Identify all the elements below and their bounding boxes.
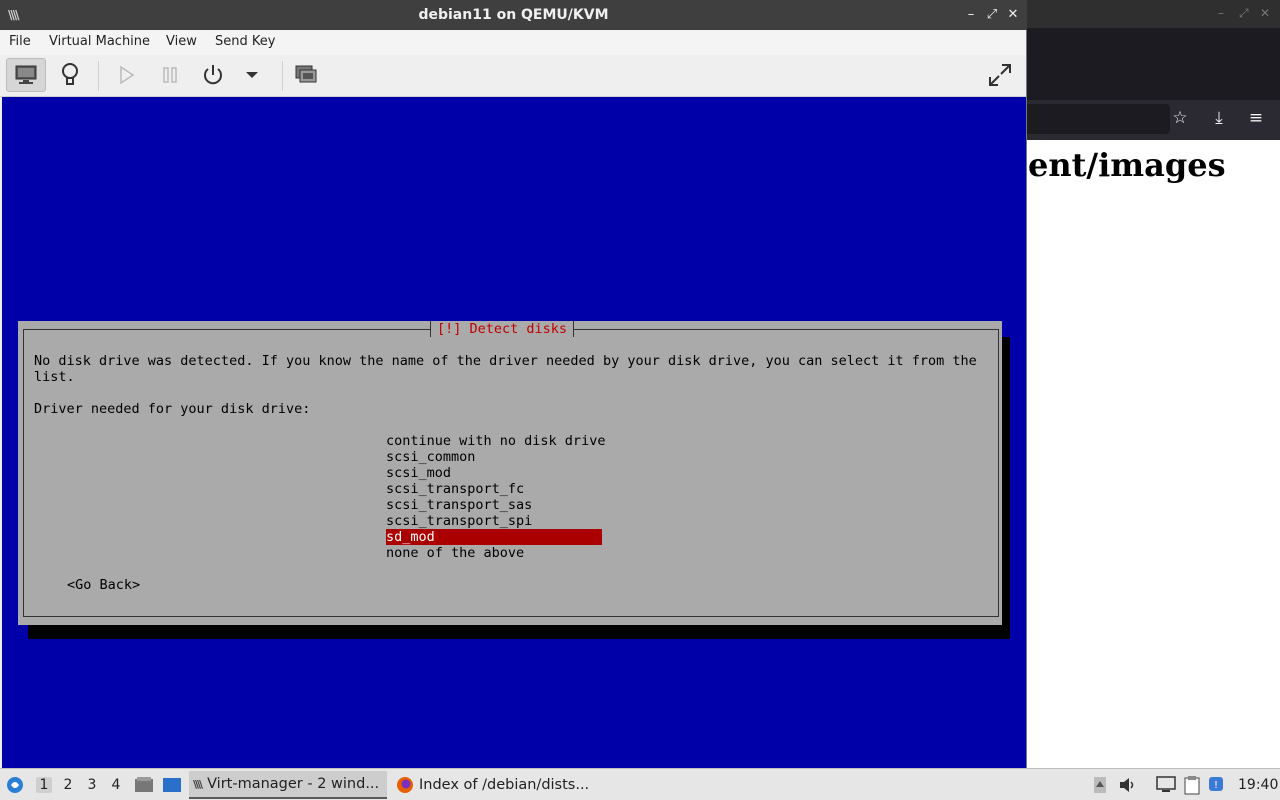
toolbar-separator (282, 61, 283, 91)
minimize-button[interactable]: – (962, 5, 980, 25)
pause-button[interactable] (150, 58, 190, 92)
virt-manager-icon: \\\\ (193, 777, 203, 791)
browser-maximize-icon[interactable]: ⤢ (1239, 6, 1249, 21)
shutdown-menu-button[interactable] (232, 58, 272, 92)
browser-titlebar: – ⤢ ✕ (1026, 0, 1280, 28)
svg-text:!: ! (1214, 780, 1218, 791)
lxqt-start-icon (7, 777, 23, 793)
toolbar (0, 55, 1026, 97)
snapshots-button[interactable] (286, 58, 326, 92)
list-item[interactable]: scsi_transport_sas (386, 497, 602, 513)
task-virt-manager[interactable]: \\\\ Virt-manager - 2 wind... (189, 771, 387, 799)
close-button[interactable]: ✕ (1004, 5, 1022, 25)
volume-button[interactable] (1118, 775, 1138, 795)
message-line-1: No disk drive was detected. If you know … (34, 353, 977, 369)
list-item[interactable]: none of the above (386, 545, 602, 561)
fullscreen-button[interactable] (980, 58, 1020, 92)
list-item[interactable]: scsi_transport_fc (386, 481, 602, 497)
snapshots-icon (295, 65, 317, 83)
browser-close-icon[interactable]: ✕ (1260, 6, 1270, 20)
menu-view[interactable]: View (166, 34, 197, 49)
driver-prompt: Driver needed for your disk drive: (34, 401, 311, 417)
notification-icon: ! (1209, 777, 1223, 791)
show-details-button[interactable] (50, 58, 90, 92)
desktop-icon (163, 778, 181, 792)
workspace-4[interactable]: 4 (108, 777, 124, 793)
browser-tab-strip (1026, 28, 1280, 100)
arrow-up-icon (1094, 777, 1106, 793)
fullscreen-icon (989, 64, 1011, 86)
shutdown-button[interactable] (193, 58, 233, 92)
menu-hamburger-icon[interactable]: ≡ (1245, 108, 1267, 128)
url-bar[interactable] (1026, 104, 1170, 134)
workspace-2[interactable]: 2 (60, 777, 76, 793)
page-heading: ent/images (1028, 146, 1226, 184)
window-title: debian11 on QEMU/KVM (418, 7, 609, 23)
play-icon (120, 65, 135, 85)
menubar: File Virtual Machine View Send Key (0, 30, 1026, 55)
task-label: Virt-manager - 2 wind... (207, 776, 380, 792)
pause-icon (163, 67, 177, 83)
file-manager-launcher[interactable] (134, 775, 154, 795)
show-desktop-launcher[interactable] (162, 775, 182, 795)
menu-send-key[interactable]: Send Key (215, 34, 275, 49)
monitor-icon (15, 65, 37, 84)
detect-disks-dialog: [!] Detect disks No disk drive was detec… (18, 321, 1002, 625)
background-browser-window[interactable]: – ⤢ ✕ ☆ ⤓ ≡ ent/images (1026, 0, 1280, 768)
dialog-title: [!] Detect disks (430, 321, 575, 337)
vm-window: \\\\ debian11 on QEMU/KVM – ⤢ ✕ File Vir… (0, 0, 1027, 769)
task-label: Index of /debian/dists... (419, 777, 590, 793)
tray-arrow[interactable] (1090, 775, 1110, 795)
network-button[interactable] (1156, 775, 1176, 795)
menu-file[interactable]: File (9, 34, 31, 49)
speaker-icon (1120, 778, 1134, 792)
start-menu-button[interactable] (5, 775, 25, 795)
vm-titlebar: \\\\ debian11 on QEMU/KVM – ⤢ ✕ (0, 0, 1027, 30)
maximize-button[interactable]: ⤢ (983, 5, 1001, 25)
dropdown-arrow-icon (246, 72, 258, 78)
menu-virtual-machine[interactable]: Virtual Machine (49, 34, 150, 49)
toolbar-separator (98, 61, 99, 91)
clipboard-button[interactable] (1182, 775, 1202, 795)
firefox-icon (397, 777, 413, 793)
task-firefox[interactable]: Index of /debian/dists... (392, 771, 592, 799)
browser-minimize-icon[interactable]: – (1218, 6, 1224, 20)
show-console-button[interactable] (6, 58, 46, 92)
driver-list[interactable]: continue with no disk drive scsi_common … (386, 433, 605, 561)
clipboard-icon (1184, 776, 1200, 795)
workspace-1[interactable]: 1 (36, 777, 52, 793)
clock[interactable]: 19:40 (1238, 777, 1278, 793)
go-back-button[interactable]: <Go Back> (67, 577, 140, 593)
download-icon[interactable]: ⤓ (1208, 108, 1230, 128)
screen-icon (1156, 776, 1176, 792)
list-item-selected[interactable]: sd_mod (386, 529, 602, 545)
lightbulb-icon (62, 63, 78, 85)
bookmark-star-icon[interactable]: ☆ (1169, 108, 1191, 128)
message-line-2: list. (34, 369, 75, 385)
power-icon (204, 65, 222, 85)
vm-console[interactable]: [!] Detect disks No disk drive was detec… (2, 97, 1026, 768)
run-button[interactable] (106, 58, 146, 92)
file-manager-icon (135, 777, 153, 792)
browser-navbar: ☆ ⤓ ≡ (1026, 100, 1280, 140)
list-item[interactable]: continue with no disk drive (386, 433, 605, 449)
notification-button[interactable]: ! (1206, 775, 1226, 795)
list-item[interactable]: scsi_transport_spi (386, 513, 602, 529)
list-item[interactable]: scsi_mod (386, 465, 602, 481)
workspace-3[interactable]: 3 (84, 777, 100, 793)
taskbar: 1 2 3 4 \\\\ Virt-manager - 2 wind... In… (0, 768, 1280, 800)
list-item[interactable]: scsi_common (386, 449, 602, 465)
